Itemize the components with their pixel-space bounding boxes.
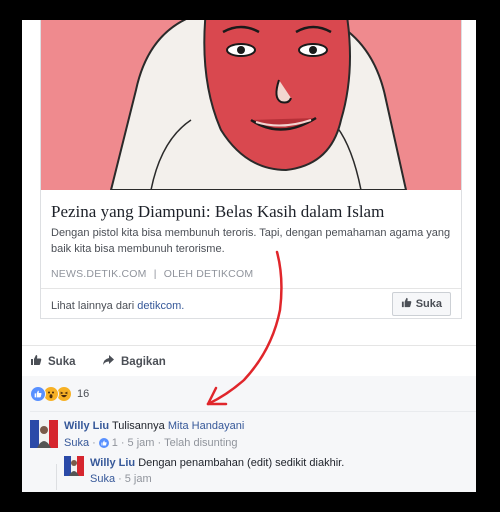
article-source[interactable]: NEWS.DETIK.COM xyxy=(51,268,147,280)
comment-like-link[interactable]: Suka xyxy=(64,437,89,449)
link-preview-card[interactable]: Pezina yang Diampuni: Belas Kasih dalam … xyxy=(40,20,462,319)
comments-divider xyxy=(30,411,476,412)
reply-like-link[interactable]: Suka xyxy=(90,473,115,485)
article-source-line: NEWS.DETIK.COM | OLEH DETIKCOM xyxy=(51,268,253,280)
comment-edited[interactable]: Telah disunting xyxy=(164,437,237,449)
page-like-button[interactable]: Suka xyxy=(391,292,451,316)
dot-separator: · xyxy=(157,437,162,449)
post-action-bar: Suka Bagikan xyxy=(22,345,476,377)
reaction-summary[interactable]: 16 xyxy=(30,386,89,402)
dot-separator: · xyxy=(118,473,122,485)
avatar[interactable] xyxy=(30,420,58,448)
comment-body: Willy Liu Tulisannya Mita Handayani xyxy=(64,420,244,432)
share-action-button[interactable]: Bagikan xyxy=(102,354,166,369)
see-more-prefix: Lihat lainnya dari xyxy=(51,300,135,312)
reply-author[interactable]: Willy Liu xyxy=(90,457,135,469)
see-more-line: Lihat lainnya dari detikcom. xyxy=(51,300,184,312)
article-description: Dengan pistol kita bisa membunuh teroris… xyxy=(51,227,451,255)
reaction-count: 16 xyxy=(77,388,90,400)
reply-body: Willy Liu Dengan penambahan (edit) sedik… xyxy=(90,457,344,469)
article-illustration xyxy=(41,20,461,190)
comment-author[interactable]: Willy Liu xyxy=(64,420,109,432)
comment-mention[interactable]: Mita Handayani xyxy=(168,420,244,432)
like-reaction-icon xyxy=(30,386,46,402)
card-divider xyxy=(41,288,461,289)
like-count-icon xyxy=(98,438,109,448)
thumbs-up-icon xyxy=(30,354,42,369)
reply-thread-line xyxy=(56,464,57,490)
reply-text: Dengan penambahan (edit) sedikit diakhir… xyxy=(138,457,345,469)
share-action-label: Bagikan xyxy=(121,355,166,368)
share-arrow-icon xyxy=(102,354,115,369)
comment-footer: Suka · 1 · 5 jam · Telah disunting xyxy=(64,437,238,449)
comments-section: 16 Willy Liu Tulisannya Mita Handayani S… xyxy=(22,376,476,492)
meta-separator: | xyxy=(153,268,157,280)
avatar[interactable] xyxy=(64,456,84,476)
comment-like-count[interactable]: 1 xyxy=(112,437,118,449)
like-action-label: Suka xyxy=(48,355,76,368)
thumbs-up-icon xyxy=(401,297,412,311)
like-action-button[interactable]: Suka xyxy=(30,354,76,369)
reply-time[interactable]: 5 jam xyxy=(125,473,152,485)
article-author[interactable]: OLEH DETIKCOM xyxy=(164,268,254,280)
dot-separator: · xyxy=(92,437,96,449)
article-title[interactable]: Pezina yang Diampuni: Belas Kasih dalam … xyxy=(51,202,451,222)
see-more-link[interactable]: detikcom. xyxy=(137,300,184,312)
dot-separator: · xyxy=(120,437,125,449)
comment-time[interactable]: 5 jam xyxy=(128,437,155,449)
comment-text: Tulisannya xyxy=(111,420,165,432)
facebook-post: Pezina yang Diampuni: Belas Kasih dalam … xyxy=(22,20,476,492)
page-like-label: Suka xyxy=(415,298,442,310)
reply-footer: Suka · 5 jam xyxy=(90,473,152,485)
